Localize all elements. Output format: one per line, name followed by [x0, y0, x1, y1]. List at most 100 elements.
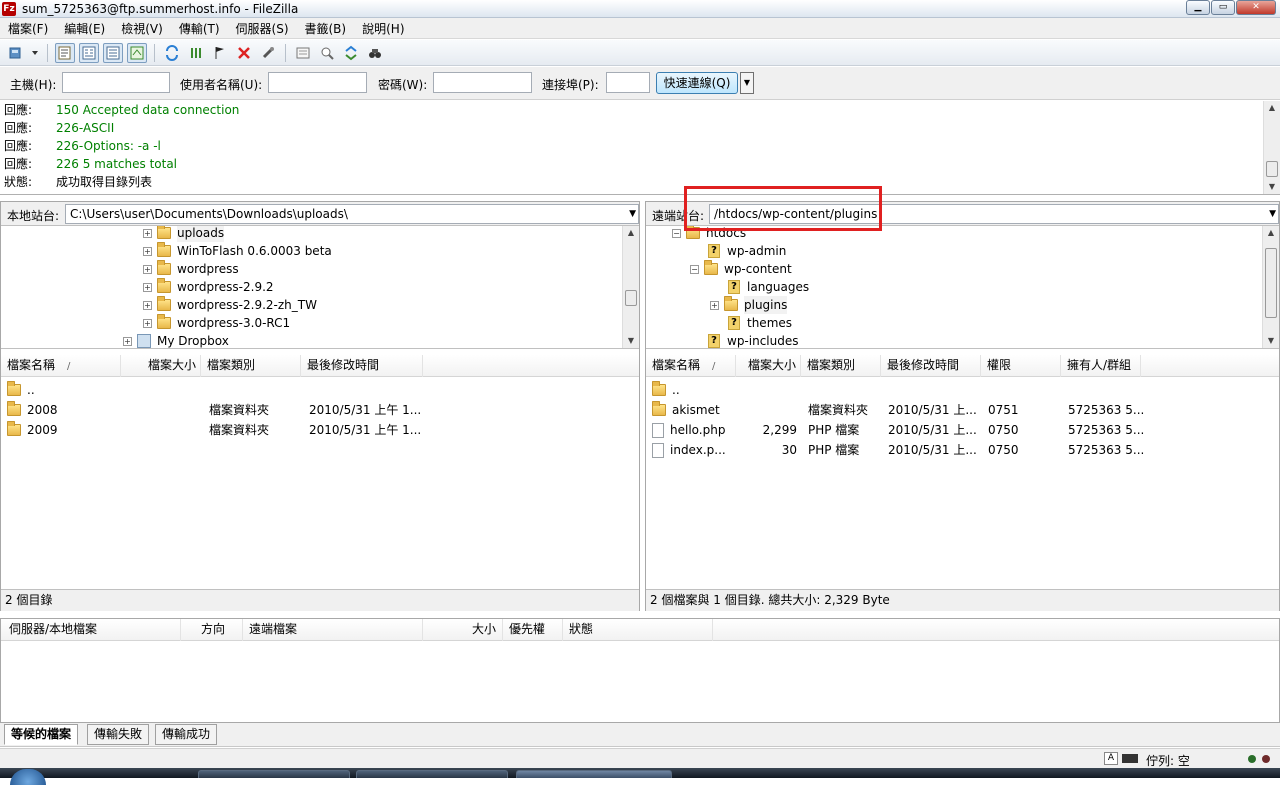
tree-node[interactable]: ? languages	[728, 278, 809, 296]
column-owner[interactable]: 擁有人/群組	[1061, 355, 1141, 377]
column-server-local-file[interactable]: 伺服器/本地檔案	[3, 619, 181, 641]
menu-server[interactable]: 伺服器(S)	[236, 20, 289, 37]
refresh-icon[interactable]	[162, 43, 182, 63]
host-input[interactable]	[62, 72, 170, 93]
column-filename[interactable]: 檔案名稱 /	[646, 355, 736, 377]
reconnect-icon[interactable]	[258, 43, 278, 63]
scroll-down-icon[interactable]: ▼	[623, 334, 639, 348]
column-size[interactable]: 大小	[423, 619, 503, 641]
expand-icon[interactable]: +	[143, 300, 152, 310]
local-tree-scrollbar[interactable]: ▲ ▼	[622, 226, 639, 348]
menu-transfer[interactable]: 傳輸(T)	[179, 20, 220, 37]
tree-node[interactable]: + WinToFlash 0.6.0003 beta	[143, 242, 332, 260]
scroll-down-icon[interactable]: ▼	[1263, 334, 1279, 348]
table-row[interactable]: ..	[1, 380, 639, 400]
column-modified[interactable]: 最後修改時間	[881, 355, 981, 377]
chevron-down-icon[interactable]: ▼	[629, 205, 636, 223]
table-row[interactable]: 2008 檔案資料夾 2010/5/31 上午 1...	[1, 400, 639, 420]
expand-icon[interactable]: +	[143, 246, 152, 256]
column-direction[interactable]: 方向	[195, 619, 243, 641]
taskbar-button[interactable]	[516, 770, 672, 778]
scroll-thumb[interactable]	[1265, 248, 1277, 318]
column-priority[interactable]: 優先權	[503, 619, 563, 641]
toggle-transfer-queue-icon[interactable]	[127, 42, 147, 63]
tree-node[interactable]: + wordpress-2.9.2	[143, 278, 274, 296]
table-row[interactable]: index.p... 30 PHP 檔案 2010/5/31 上... 0750…	[646, 440, 1279, 460]
minimize-button[interactable]: ▁	[1186, 0, 1210, 15]
collapse-icon[interactable]: −	[690, 264, 699, 274]
table-row[interactable]: 2009 檔案資料夾 2010/5/31 上午 1...	[1, 420, 639, 440]
table-row[interactable]: hello.php 2,299 PHP 檔案 2010/5/31 上... 07…	[646, 420, 1279, 440]
tab-queued-files[interactable]: 等候的檔案	[4, 724, 79, 745]
expand-icon[interactable]: +	[143, 282, 152, 292]
column-filesize[interactable]: 檔案大小	[736, 355, 801, 377]
start-button[interactable]	[10, 769, 46, 785]
chevron-down-icon[interactable]: ▼	[1269, 205, 1276, 223]
scroll-thumb[interactable]	[625, 290, 637, 306]
directory-comparison-icon[interactable]	[317, 43, 337, 63]
column-remote-file[interactable]: 遠端檔案	[243, 619, 423, 641]
tree-node[interactable]: + wordpress-2.9.2-zh_TW	[143, 296, 317, 314]
tree-node[interactable]: + My Dropbox	[123, 332, 229, 348]
toggle-local-tree-icon[interactable]	[79, 42, 99, 63]
tree-node[interactable]: − htdocs	[672, 226, 746, 242]
port-input[interactable]	[606, 72, 650, 93]
expand-icon[interactable]: +	[143, 318, 152, 328]
site-manager-icon[interactable]	[6, 43, 26, 63]
column-filetype[interactable]: 檔案類別	[201, 355, 301, 377]
quickconnect-history-dropdown[interactable]: ▼	[740, 72, 754, 94]
scroll-up-icon[interactable]: ▲	[623, 226, 639, 240]
column-filesize[interactable]: 檔案大小	[121, 355, 201, 377]
directory-listing-filters-icon[interactable]	[293, 43, 313, 63]
menu-edit[interactable]: 編輯(E)	[64, 20, 105, 37]
remote-tree-scrollbar[interactable]: ▲ ▼	[1262, 226, 1279, 348]
process-queue-icon[interactable]	[186, 43, 206, 63]
column-filename[interactable]: 檔案名稱 /	[1, 355, 121, 377]
column-filetype[interactable]: 檔案類別	[801, 355, 881, 377]
scroll-thumb[interactable]	[1266, 161, 1278, 177]
quickconnect-button[interactable]: 快速連線(Q)	[656, 72, 738, 94]
scroll-up-icon[interactable]: ▲	[1264, 101, 1280, 115]
menu-help[interactable]: 說明(H)	[362, 20, 404, 37]
tree-node[interactable]: ? themes	[728, 314, 792, 332]
username-input[interactable]	[268, 72, 367, 93]
column-permissions[interactable]: 權限	[981, 355, 1061, 377]
table-row[interactable]: akismet 檔案資料夾 2010/5/31 上... 0751 572536…	[646, 400, 1279, 420]
tree-node[interactable]: + wordpress-3.0-RC1	[143, 314, 290, 332]
tree-node[interactable]: ? wp-includes	[708, 332, 799, 348]
toggle-remote-tree-icon[interactable]	[103, 42, 123, 63]
expand-icon[interactable]: +	[143, 264, 152, 274]
expand-icon[interactable]: +	[143, 228, 152, 238]
tree-node[interactable]: + wordpress	[143, 260, 239, 278]
maximize-button[interactable]: ▭	[1211, 0, 1235, 15]
sync-browsing-icon[interactable]	[341, 43, 361, 63]
menu-bookmarks[interactable]: 書籤(B)	[305, 20, 347, 37]
tab-successful-transfers[interactable]: 傳輸成功	[155, 724, 218, 745]
disconnect-icon[interactable]	[234, 43, 254, 63]
close-button[interactable]: ✕	[1236, 0, 1276, 15]
tree-node[interactable]: ? wp-admin	[708, 242, 786, 260]
table-row[interactable]: ..	[646, 380, 1279, 400]
scroll-down-icon[interactable]: ▼	[1264, 180, 1280, 194]
taskbar-button[interactable]	[198, 770, 350, 778]
tree-node[interactable]: + uploads	[143, 226, 225, 242]
collapse-icon[interactable]: −	[672, 228, 681, 238]
tab-failed-transfers[interactable]: 傳輸失敗	[87, 724, 150, 745]
column-status[interactable]: 狀態	[563, 619, 713, 641]
log-scrollbar[interactable]: ▲ ▼	[1263, 101, 1280, 194]
dropdown-arrow-icon[interactable]	[30, 43, 40, 63]
expand-icon[interactable]: +	[123, 336, 132, 346]
cancel-operation-icon[interactable]	[210, 43, 230, 63]
remote-path-combo[interactable]: /htdocs/wp-content/plugins ▼	[709, 204, 1279, 224]
local-path-combo[interactable]: C:\Users\user\Documents\Downloads\upload…	[65, 204, 639, 224]
menu-file[interactable]: 檔案(F)	[8, 20, 48, 37]
expand-icon[interactable]: +	[710, 300, 719, 310]
password-input[interactable]	[433, 72, 532, 93]
column-modified[interactable]: 最後修改時間	[301, 355, 423, 377]
taskbar-button[interactable]	[356, 770, 508, 778]
scroll-up-icon[interactable]: ▲	[1263, 226, 1279, 240]
tree-node[interactable]: − wp-content	[690, 260, 792, 278]
toggle-message-log-icon[interactable]	[55, 42, 75, 63]
menu-view[interactable]: 檢視(V)	[121, 20, 163, 37]
tree-node[interactable]: + plugins	[710, 296, 788, 314]
